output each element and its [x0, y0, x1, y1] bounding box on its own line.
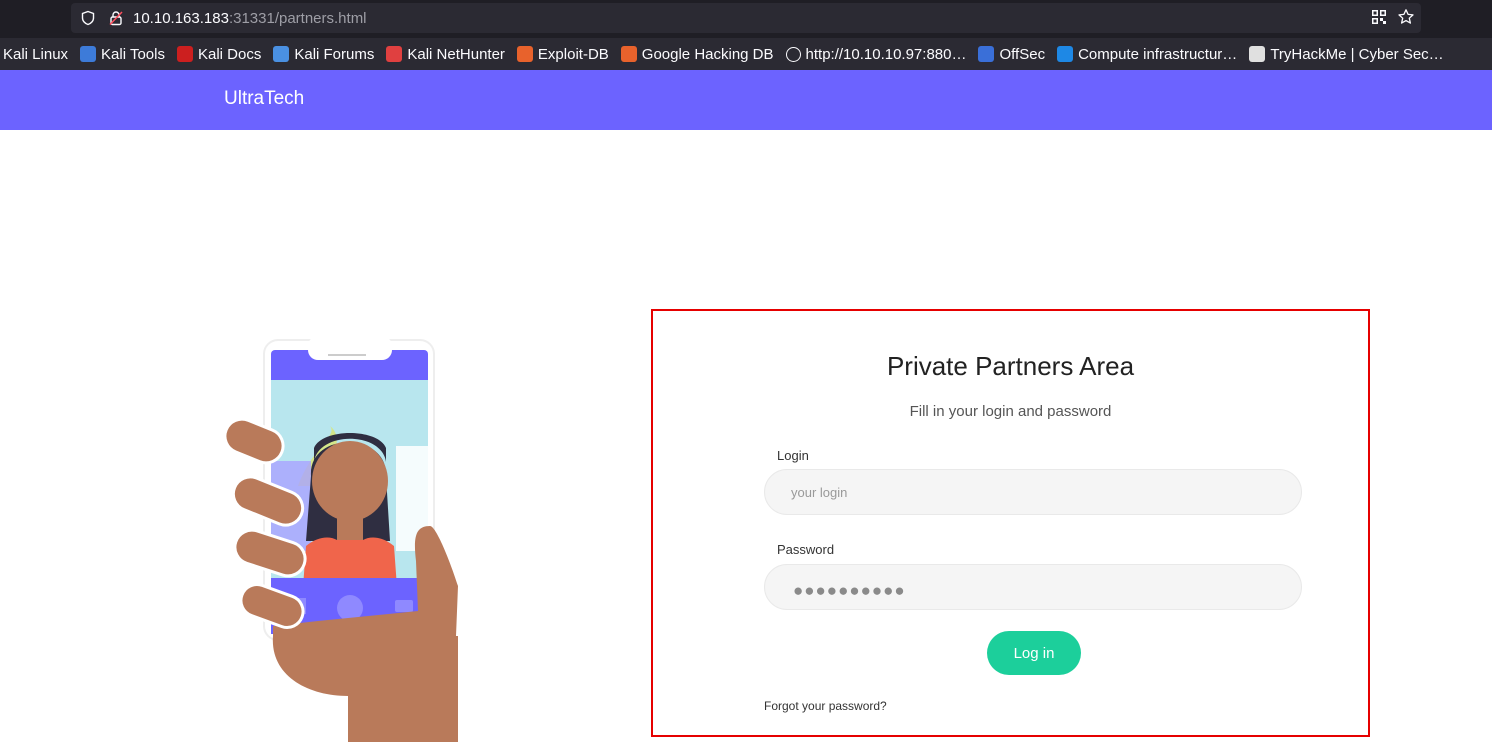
login-subtitle: Fill in your login and password [909, 403, 1112, 420]
bookmark-item[interactable]: Exploit-DB [516, 45, 609, 63]
bookmark-item[interactable]: Google Hacking DB [620, 45, 774, 63]
kali-forums-icon [273, 46, 290, 62]
page-title: Private Partners Area [886, 351, 1135, 381]
tracking-protection-shield-icon[interactable] [79, 9, 97, 27]
bookmark-item[interactable]: Kali Docs [176, 45, 262, 63]
bookmark-label: Kali Docs [197, 45, 262, 63]
bookmark-label: http://10.10.10.97:880… [805, 45, 967, 63]
login-input[interactable] [764, 469, 1302, 515]
address-bar[interactable]: 10.10.163.183:31331/partners.html [71, 3, 1421, 33]
bookmark-label: Kali NetHunter [407, 45, 505, 63]
bookmark-label: Exploit-DB [537, 45, 609, 63]
brand-logo-text[interactable]: UltraTech [224, 88, 304, 110]
url-text[interactable]: 10.10.163.183:31331/partners.html [133, 10, 367, 27]
bookmark-label: Kali Linux [3, 45, 69, 63]
forgot-password-link[interactable]: Forgot your password? [764, 699, 887, 713]
password-mask: ●●●●●●●●●● [793, 581, 906, 600]
login-label: Login [777, 448, 809, 463]
bookmark-label: TryHackMe | Cyber Sec… [1270, 45, 1444, 63]
exploit-db-icon [516, 46, 533, 62]
url-host: 10.10.163.183 [133, 9, 229, 27]
bookmark-item[interactable]: Kali Linux [3, 46, 68, 63]
bookmark-item[interactable]: http://10.10.10.97:880… [785, 45, 967, 63]
kali-docs-icon [176, 46, 193, 62]
bookmark-item[interactable]: Compute infrastructur… [1057, 46, 1237, 63]
offsec-icon [978, 46, 995, 62]
bookmark-label: Kali Tools [101, 45, 165, 63]
azure-icon [1057, 46, 1074, 62]
tryhackme-icon [1249, 46, 1266, 62]
url-path: :31331/partners.html [228, 9, 367, 27]
login-button[interactable]: Log in [987, 631, 1081, 675]
password-label: Password [777, 542, 835, 557]
site-navbar: UltraTech [0, 70, 1492, 130]
globe-icon [785, 46, 801, 62]
bookmark-star-icon[interactable] [1397, 8, 1415, 31]
bookmark-item[interactable]: OffSec [978, 46, 1045, 63]
insecure-lock-icon[interactable] [107, 9, 125, 27]
nethunter-icon [386, 46, 403, 62]
bookmark-item[interactable]: Kali NetHunter [386, 46, 505, 63]
bookmark-item[interactable]: TryHackMe | Cyber Sec… [1249, 45, 1444, 63]
bookmark-label: Kali Forums [294, 45, 375, 63]
bookmark-item[interactable]: Kali Tools [80, 46, 165, 63]
ghdb-icon [620, 46, 637, 62]
login-panel: Private Partners Area Fill in your login… [651, 309, 1370, 737]
bookmark-item[interactable]: Kali Forums [273, 46, 374, 63]
bookmarks-toolbar: Kali Linux Kali Tools Kali Docs Kali Forums… [0, 38, 1492, 70]
bookmark-label: Compute infrastructur… [1078, 45, 1238, 63]
phone-selfie-illustration [223, 336, 458, 742]
kali-tools-icon [80, 46, 97, 62]
bookmark-label: Google Hacking DB [641, 45, 774, 63]
browser-toolbar: 10.10.163.183:31331/partners.html [0, 0, 1492, 38]
qr-code-icon[interactable] [1371, 9, 1387, 30]
bookmark-label: OffSec [999, 45, 1046, 63]
